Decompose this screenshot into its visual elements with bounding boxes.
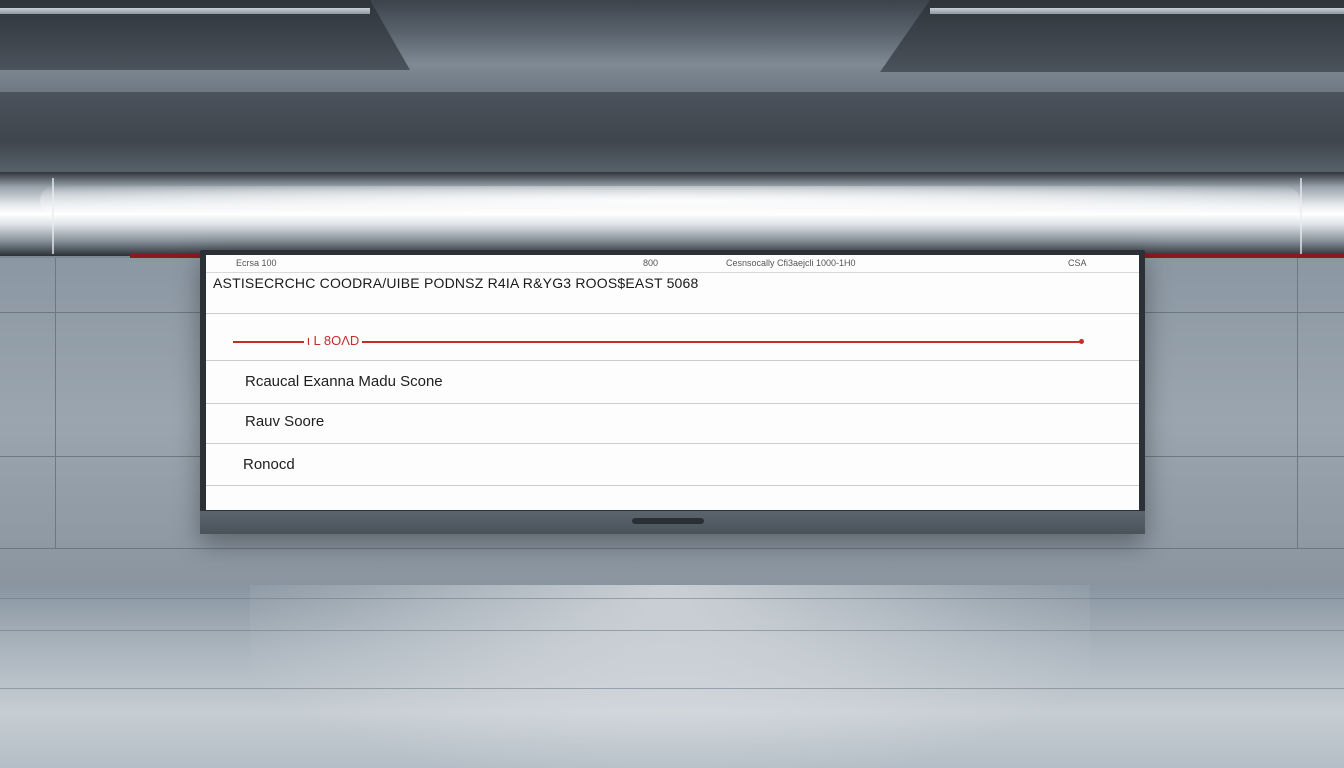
display-brand-logo <box>632 518 704 524</box>
ceiling-edge-right <box>930 8 1344 14</box>
top-small-label: Cesnsocally Cfi3aejcli 1000-1H0 <box>726 258 856 268</box>
light-tube-glow <box>40 186 1300 216</box>
header-text: ASTISECRCHC COODRA/UIBE PODNSZ R4IA R&YG… <box>213 275 699 291</box>
wall-panel-line <box>0 456 200 457</box>
ceiling-edge-left <box>0 8 370 14</box>
top-small-label: 800 <box>643 258 659 268</box>
tube-seam-left <box>52 178 54 254</box>
list-item-label: Ronocd <box>243 456 295 473</box>
timeline-end-marker <box>1079 339 1084 344</box>
floor-light-reflection <box>250 585 1090 768</box>
timeline-label: ι L 8OΛD <box>304 333 363 348</box>
tube-seam-right <box>1300 178 1302 254</box>
top-small-label: Ecrsa 100 <box>236 258 277 268</box>
display-screen: Ecrsa 100 800 Cesnsocally Cfi3aejcli 100… <box>206 255 1139 510</box>
header-row: Ecrsa 100 800 Cesnsocally Cfi3aejcli 100… <box>206 255 1139 314</box>
list-item-label: Rcaucal Exanna Madu Scone <box>245 373 443 390</box>
list-item-label: Rauv Soore <box>245 413 325 430</box>
header-divider <box>206 272 1139 273</box>
wall-panel-line <box>0 312 200 313</box>
wall-panel-line <box>1145 456 1344 457</box>
upper-wall-band <box>0 92 1344 174</box>
list-item[interactable]: Rauv Soore <box>206 404 1139 444</box>
wall-panel-line <box>1145 312 1344 313</box>
floor-tile-line <box>0 598 1344 599</box>
wall-panel-seam <box>1297 258 1298 548</box>
list-item[interactable]: Ronocd <box>206 444 1139 486</box>
floor-tile-line <box>0 630 1344 631</box>
scene-background: Ecrsa 100 800 Cesnsocally Cfi3aejcli 100… <box>0 0 1344 768</box>
floor-tile-line <box>0 688 1344 689</box>
wall-panel-line <box>0 548 1344 549</box>
wall-panel-seam <box>55 258 56 548</box>
top-small-label: CSA <box>1068 258 1087 268</box>
list-item[interactable]: Rcaucal Exanna Madu Scone <box>206 361 1139 404</box>
